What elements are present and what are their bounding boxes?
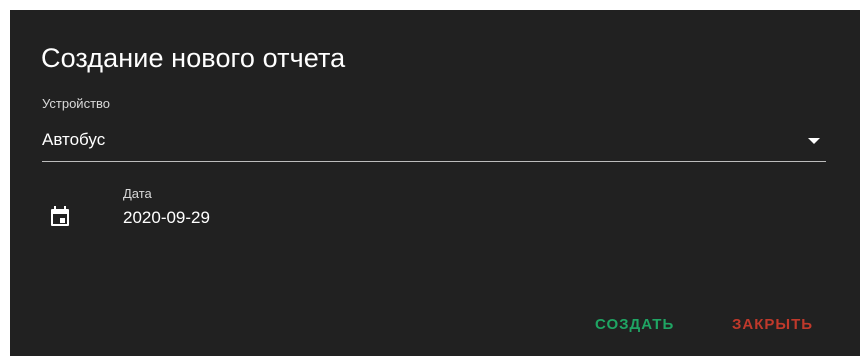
- device-select-underline: [42, 161, 826, 162]
- dropdown-arrow-icon[interactable]: [808, 138, 820, 144]
- date-field-value: 2020-09-29: [123, 208, 210, 227]
- device-select[interactable]: Устройство Автобус: [42, 96, 826, 162]
- device-select-label: Устройство: [42, 96, 111, 111]
- calendar-icon[interactable]: [51, 206, 69, 226]
- date-field[interactable]: Дата 2020-09-29: [123, 186, 423, 236]
- date-field-label: Дата: [123, 186, 152, 201]
- close-button[interactable]: ЗАКРЫТЬ: [732, 316, 813, 334]
- dialog-title: Создание нового отчета: [41, 43, 346, 73]
- create-button[interactable]: СОЗДАТЬ: [595, 316, 674, 334]
- create-report-dialog: Создание нового отчета Устройство Автобу…: [10, 10, 860, 356]
- device-select-value: Автобус: [42, 130, 106, 149]
